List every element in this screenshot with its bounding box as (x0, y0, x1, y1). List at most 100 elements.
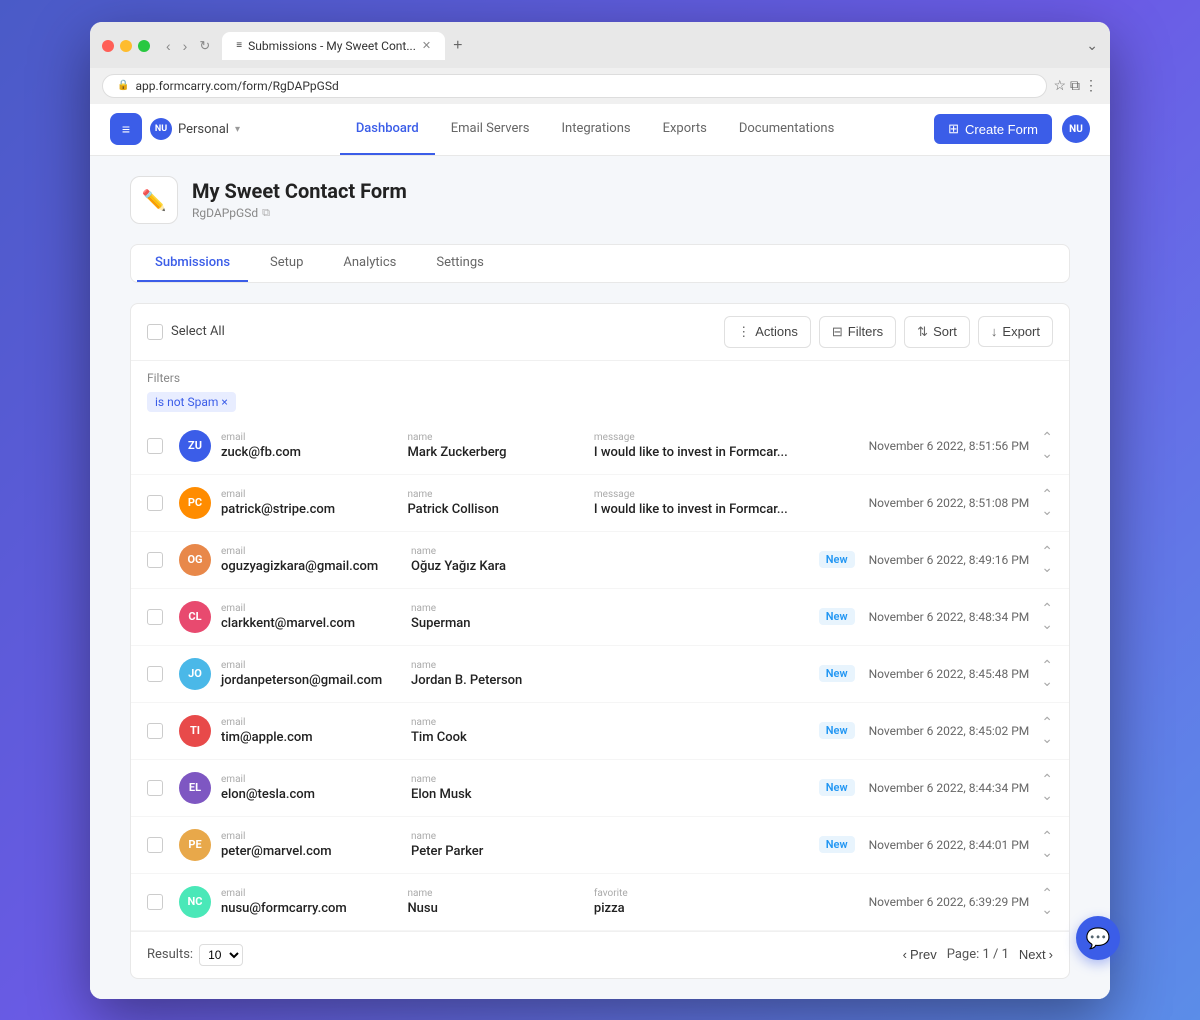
row-right: November 6 2022, 8:51:08 PM ⌃⌄ (869, 487, 1053, 519)
create-form-button[interactable]: ⊞ Create Form (934, 114, 1052, 144)
refresh-button[interactable]: ↻ (195, 36, 214, 56)
email-label: email (221, 774, 401, 785)
workspace-selector[interactable]: NU Personal ▾ (150, 118, 240, 140)
expand-icon[interactable]: ⌃⌄ (1041, 772, 1053, 804)
name-label: name (407, 888, 583, 899)
nav-link-dashboard[interactable]: Dashboard (340, 103, 435, 155)
nav-link-documentations[interactable]: Documentations (723, 103, 850, 155)
tab-settings[interactable]: Settings (418, 245, 501, 282)
table-row[interactable]: OG email oguzyagizkara@gmail.com name Oğ… (131, 532, 1069, 589)
forward-button[interactable]: › (179, 36, 192, 56)
select-all-checkbox[interactable] (147, 324, 163, 340)
name-value: Mark Zuckerberg (407, 445, 583, 460)
user-avatar[interactable]: NU (1062, 115, 1090, 143)
prev-page-button[interactable]: ‹ Prev (903, 947, 937, 962)
copy-id-icon[interactable]: ⧉ (262, 206, 270, 220)
avatar: OG (179, 544, 211, 576)
table-row[interactable]: PC email patrick@stripe.com name Patrick… (131, 475, 1069, 532)
tab-close-icon[interactable]: ✕ (422, 39, 431, 52)
next-page-button[interactable]: Next › (1019, 947, 1053, 962)
row-checkbox[interactable] (147, 837, 163, 853)
table-row[interactable]: PE email peter@marvel.com name Peter Par… (131, 817, 1069, 874)
bookmark-icon[interactable]: ☆ (1053, 78, 1066, 94)
table-row[interactable]: ZU email zuck@fb.com name Mark Zuckerber… (131, 418, 1069, 475)
expand-icon[interactable]: ⌃⌄ (1041, 544, 1053, 576)
tab-setup[interactable]: Setup (252, 245, 321, 282)
row-right: New November 6 2022, 8:44:34 PM ⌃⌄ (819, 772, 1053, 804)
form-title: My Sweet Contact Form (192, 179, 407, 203)
filter-tag-not-spam[interactable]: is not Spam × (147, 392, 236, 412)
timestamp: November 6 2022, 8:45:02 PM (869, 724, 1030, 738)
extensions-icon[interactable]: ⧉ (1070, 78, 1080, 94)
avatar: ZU (179, 430, 211, 462)
table-row[interactable]: CL email clarkkent@marvel.com name Super… (131, 589, 1069, 646)
row-email-field: email nusu@formcarry.com (221, 888, 397, 916)
filters-button[interactable]: ⊟ Filters (819, 316, 896, 348)
timestamp: November 6 2022, 8:49:16 PM (869, 553, 1030, 567)
message-label: favorite (594, 888, 859, 899)
table-row[interactable]: JO email jordanpeterson@gmail.com name J… (131, 646, 1069, 703)
email-value: tim@apple.com (221, 730, 401, 745)
filter-icon: ⊟ (832, 324, 843, 340)
avatar: PE (179, 829, 211, 861)
row-checkbox[interactable] (147, 609, 163, 625)
expand-icon[interactable]: ⌃⌄ (1041, 430, 1053, 462)
expand-icon[interactable]: ⌃⌄ (1041, 658, 1053, 690)
row-email-field: email clarkkent@marvel.com (221, 603, 401, 631)
table-row[interactable]: EL email elon@tesla.com name Elon Musk N… (131, 760, 1069, 817)
address-bar[interactable]: 🔒 app.formcarry.com/form/RgDAPpGSd (102, 74, 1047, 98)
row-checkbox[interactable] (147, 723, 163, 739)
row-checkbox[interactable] (147, 780, 163, 796)
nav-link-exports[interactable]: Exports (647, 103, 723, 155)
nav-right: ⊞ Create Form NU (934, 114, 1090, 144)
email-value: peter@marvel.com (221, 844, 401, 859)
menu-icon[interactable]: ⋮ (1084, 78, 1098, 94)
minimize-dot[interactable] (120, 40, 132, 52)
tab-analytics[interactable]: Analytics (325, 245, 414, 282)
row-checkbox[interactable] (147, 894, 163, 910)
results-area: Results: 10 25 50 (147, 944, 243, 966)
browser-more-icon[interactable]: ⌄ (1086, 38, 1098, 54)
expand-icon[interactable]: ⌃⌄ (1041, 886, 1053, 918)
back-button[interactable]: ‹ (162, 36, 175, 56)
row-checkbox[interactable] (147, 438, 163, 454)
expand-icon[interactable]: ⌃⌄ (1041, 487, 1053, 519)
name-value: Peter Parker (411, 844, 591, 859)
nav-link-email-servers[interactable]: Email Servers (435, 103, 546, 155)
url-text: app.formcarry.com/form/RgDAPpGSd (135, 79, 338, 93)
row-right: New November 6 2022, 8:45:02 PM ⌃⌄ (819, 715, 1053, 747)
row-message-field: message I would like to invest in Formca… (594, 489, 859, 517)
table-row[interactable]: TI email tim@apple.com name Tim Cook New… (131, 703, 1069, 760)
sort-button[interactable]: ⇅ Sort (904, 316, 970, 348)
results-per-page-select[interactable]: 10 25 50 (199, 944, 243, 966)
main-content: ✏️ My Sweet Contact Form RgDAPpGSd ⧉ Sub… (90, 156, 1110, 999)
select-all-label[interactable]: Select All (171, 324, 225, 339)
message-label: message (594, 432, 859, 443)
expand-icon[interactable]: ⌃⌄ (1041, 829, 1053, 861)
tab-submissions[interactable]: Submissions (137, 245, 248, 282)
name-value: Superman (411, 616, 591, 631)
row-checkbox[interactable] (147, 552, 163, 568)
message-label: message (594, 489, 859, 500)
export-button[interactable]: ↓ Export (978, 316, 1053, 347)
close-dot[interactable] (102, 40, 114, 52)
table-row[interactable]: NC email nusu@formcarry.com name Nusu fa… (131, 874, 1069, 931)
email-label: email (221, 546, 401, 557)
expand-icon[interactable]: ⌃⌄ (1041, 715, 1053, 747)
expand-icon[interactable]: ⌃⌄ (1041, 601, 1053, 633)
browser-tab[interactable]: ≡ Submissions - My Sweet Cont... ✕ (222, 32, 445, 60)
email-value: jordanpeterson@gmail.com (221, 673, 401, 688)
row-checkbox[interactable] (147, 666, 163, 682)
chat-fab-button[interactable]: 💬 (1076, 916, 1120, 960)
maximize-dot[interactable] (138, 40, 150, 52)
tab-title: Submissions - My Sweet Cont... (248, 39, 416, 53)
toolbar-right: ⋮ Actions ⊟ Filters ⇅ Sort ↓ (724, 316, 1053, 348)
actions-button[interactable]: ⋮ Actions (724, 316, 811, 348)
new-tab-button[interactable]: + (445, 37, 470, 55)
app-logo[interactable]: ≡ (110, 113, 142, 145)
avatar: TI (179, 715, 211, 747)
nav-link-integrations[interactable]: Integrations (545, 103, 646, 155)
row-email-field: email zuck@fb.com (221, 432, 397, 460)
browser-nav: ‹ › ↻ (162, 36, 214, 56)
row-checkbox[interactable] (147, 495, 163, 511)
